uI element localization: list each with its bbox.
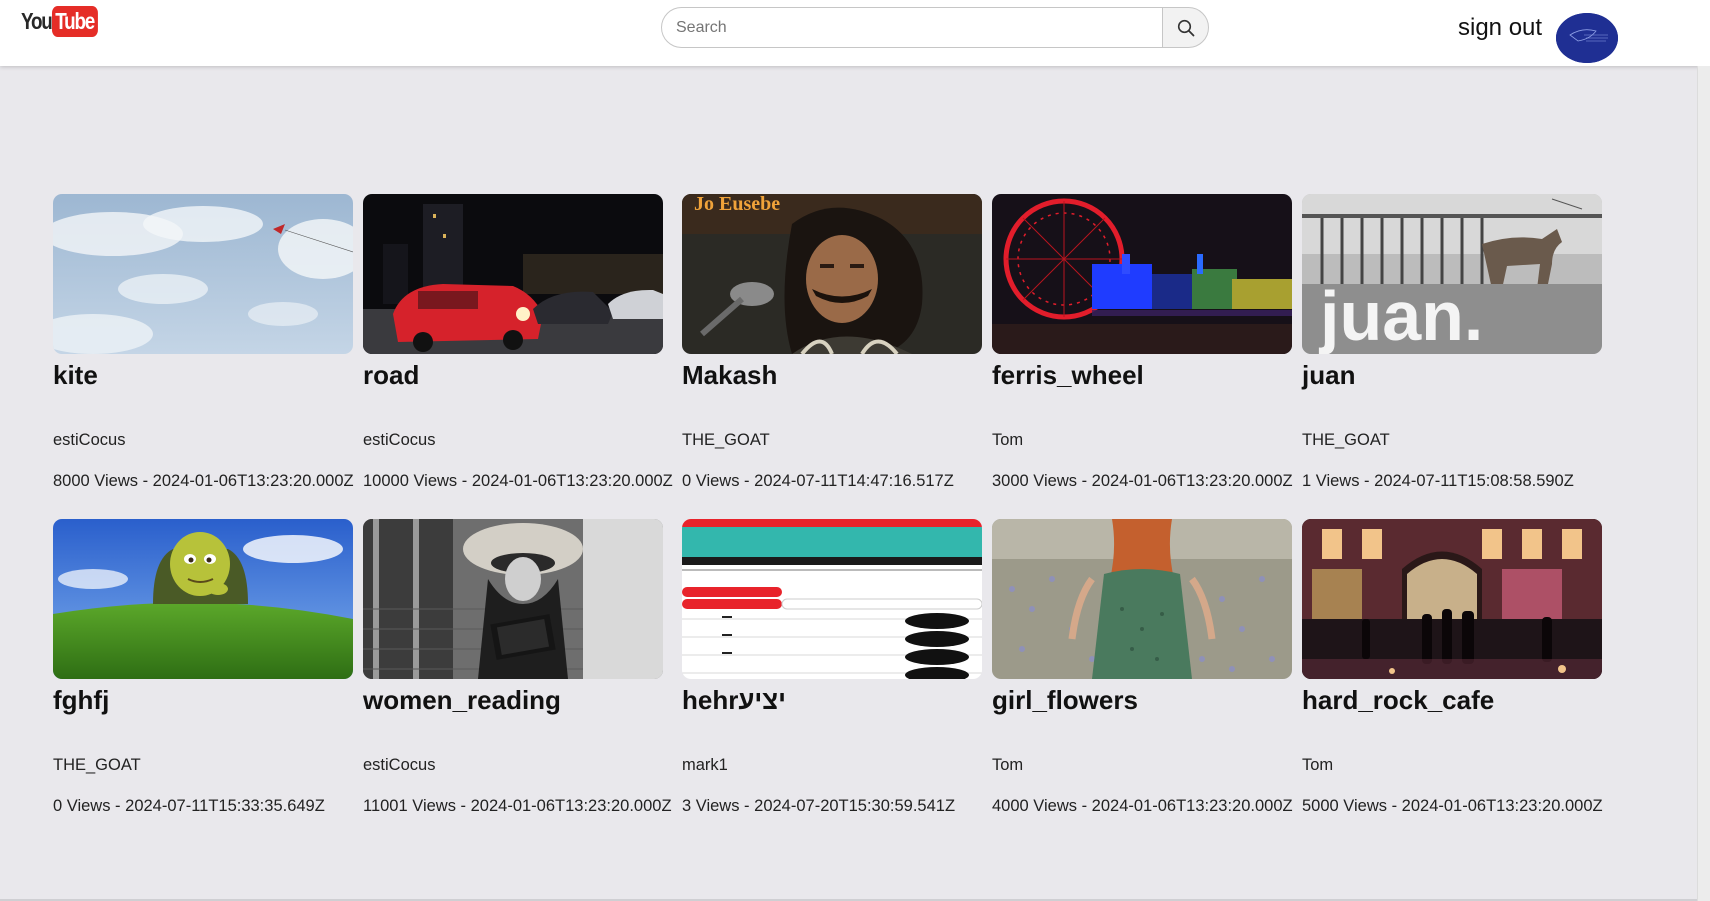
video-thumbnail[interactable]: Jo Eusebe bbox=[682, 194, 982, 354]
video-title[interactable]: hard_rock_cafe bbox=[1302, 685, 1494, 716]
video-author: estiCocus bbox=[53, 431, 126, 449]
video-meta: 0 Views - 2024-07-11T15:33:35.649Z bbox=[53, 797, 325, 815]
video-title[interactable]: juan bbox=[1302, 360, 1355, 391]
video-thumbnail[interactable] bbox=[682, 519, 982, 679]
video-thumbnail[interactable] bbox=[1302, 519, 1602, 679]
video-thumbnail[interactable] bbox=[992, 519, 1292, 679]
video-title[interactable]: road bbox=[363, 360, 419, 391]
video-card[interactable]: fghfj THE_GOAT 0 Views - 2024-07-11T15:3… bbox=[53, 519, 353, 815]
video-thumbnail[interactable] bbox=[53, 519, 353, 679]
video-thumbnail[interactable] bbox=[363, 194, 663, 354]
video-title[interactable]: kite bbox=[53, 360, 98, 391]
video-meta: 10000 Views - 2024-01-06T13:23:20.000Z bbox=[363, 472, 673, 490]
thumb-text-juan: juan. bbox=[1318, 277, 1483, 354]
top-navigation-bar: You Tube sign out bbox=[0, 0, 1710, 66]
video-card[interactable]: Jo Eusebe Makash THE_GOAT 0 Views - 2024… bbox=[682, 194, 982, 490]
thumb-text-jo-eusebe: Jo Eusebe bbox=[694, 194, 780, 215]
video-author: THE_GOAT bbox=[1302, 431, 1390, 449]
search-input[interactable] bbox=[661, 7, 1163, 48]
video-meta: 3000 Views - 2024-01-06T13:23:20.000Z bbox=[992, 472, 1293, 490]
video-card[interactable]: road estiCocus 10000 Views - 2024-01-06T… bbox=[363, 194, 673, 490]
video-author: estiCocus bbox=[363, 756, 436, 774]
avatar[interactable] bbox=[1556, 13, 1618, 63]
search-bar bbox=[661, 7, 1209, 48]
video-author: estiCocus bbox=[363, 431, 436, 449]
video-author: Tom bbox=[992, 756, 1024, 774]
video-title[interactable]: girl_flowers bbox=[992, 685, 1138, 716]
video-title[interactable]: fghfj bbox=[53, 685, 109, 716]
video-title[interactable]: Makash bbox=[682, 360, 777, 391]
video-card[interactable]: hehrיציע mark1 3 Views - 2024-07-20T15:3… bbox=[682, 519, 982, 815]
sign-out-button[interactable]: sign out bbox=[1458, 14, 1542, 42]
avatar-image bbox=[1556, 13, 1618, 63]
search-icon bbox=[1177, 19, 1194, 36]
video-card[interactable]: hard_rock_cafe Tom 5000 Views - 2024-01-… bbox=[1302, 519, 1603, 815]
video-meta: 1 Views - 2024-07-11T15:08:58.590Z bbox=[1302, 472, 1574, 490]
page-scrollbar[interactable] bbox=[1697, 66, 1710, 901]
video-meta: 4000 Views - 2024-01-06T13:23:20.000Z bbox=[992, 797, 1293, 815]
video-meta: 8000 Views - 2024-01-06T13:23:20.000Z bbox=[53, 472, 354, 490]
video-card[interactable]: kite estiCocus 8000 Views - 2024-01-06T1… bbox=[53, 194, 354, 490]
video-author: THE_GOAT bbox=[682, 431, 770, 449]
video-author: mark1 bbox=[682, 756, 728, 774]
video-title[interactable]: women_reading bbox=[363, 685, 561, 716]
video-meta: 5000 Views - 2024-01-06T13:23:20.000Z bbox=[1302, 797, 1603, 815]
video-author: THE_GOAT bbox=[53, 756, 141, 774]
video-meta: 3 Views - 2024-07-20T15:30:59.541Z bbox=[682, 797, 956, 815]
video-card[interactable]: women_reading estiCocus 11001 Views - 20… bbox=[363, 519, 672, 815]
video-author: Tom bbox=[992, 431, 1024, 449]
video-thumbnail[interactable] bbox=[53, 194, 353, 354]
video-card[interactable]: girl_flowers Tom 4000 Views - 2024-01-06… bbox=[992, 519, 1293, 815]
video-thumbnail[interactable]: juan. bbox=[1302, 194, 1602, 354]
video-title[interactable]: ferris_wheel bbox=[992, 360, 1144, 391]
video-card[interactable]: juan. juan THE_GOAT 1 Views - 2024-07-11… bbox=[1302, 194, 1602, 490]
video-meta: 0 Views - 2024-07-11T14:47:16.517Z bbox=[682, 472, 954, 490]
video-author: Tom bbox=[1302, 756, 1334, 774]
logo-tube-text: Tube bbox=[52, 5, 99, 37]
video-meta: 11001 Views - 2024-01-06T13:23:20.000Z bbox=[363, 797, 672, 815]
video-title[interactable]: hehrיציע bbox=[682, 685, 786, 716]
video-thumbnail[interactable] bbox=[363, 519, 663, 679]
video-card[interactable]: ferris_wheel Tom 3000 Views - 2024-01-06… bbox=[992, 194, 1293, 490]
search-button[interactable] bbox=[1162, 7, 1209, 48]
video-thumbnail[interactable] bbox=[992, 194, 1292, 354]
youtube-logo[interactable]: You Tube bbox=[21, 5, 108, 37]
logo-you-text: You bbox=[21, 7, 53, 34]
